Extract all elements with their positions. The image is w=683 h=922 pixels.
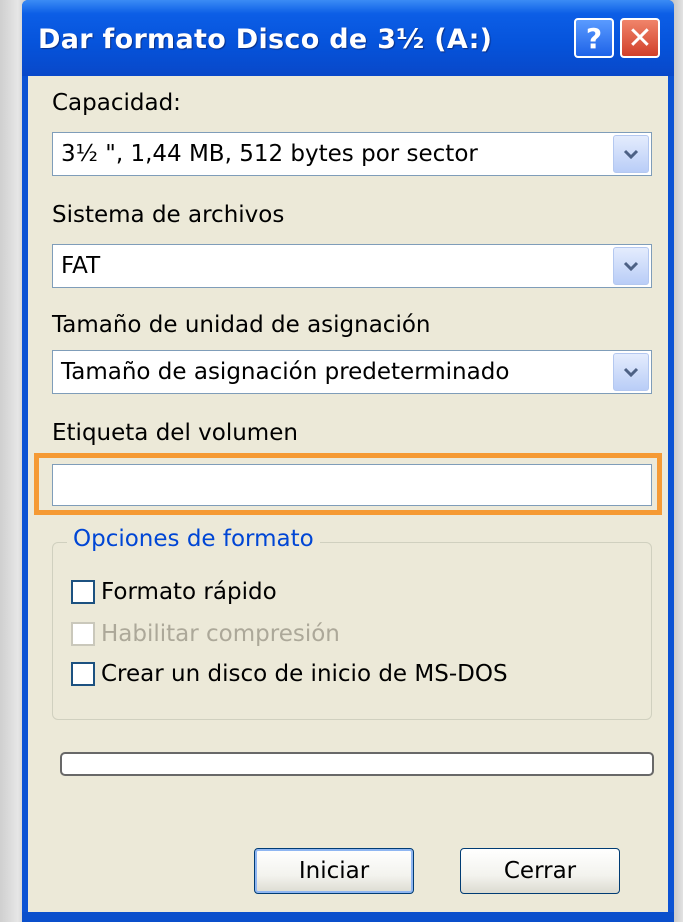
window-bottom-border xyxy=(22,912,674,922)
capacity-label: Capacidad: xyxy=(52,90,181,116)
quick-format-checkbox[interactable] xyxy=(71,580,95,604)
chevron-down-icon xyxy=(623,367,639,377)
close-window-button[interactable]: ✕ xyxy=(620,18,660,58)
chevron-down-icon xyxy=(623,261,639,271)
volume-label-input[interactable] xyxy=(52,464,652,506)
filesystem-select[interactable]: FAT xyxy=(52,244,652,288)
allocation-select[interactable]: Tamaño de asignación predeterminado xyxy=(52,350,652,394)
allocation-value: Tamaño de asignación predeterminado xyxy=(61,359,510,385)
compression-checkbox xyxy=(71,622,95,646)
capacity-value: 3½ ", 1,44 MB, 512 bytes por sector xyxy=(61,141,478,167)
dialog-title: Dar formato Disco de 3½ (A:) xyxy=(38,24,493,55)
msdos-boot-checkbox[interactable] xyxy=(71,662,95,686)
allocation-dropdown-button[interactable] xyxy=(613,353,649,391)
help-button[interactable]: ? xyxy=(574,18,614,58)
allocation-label: Tamaño de unidad de asignación xyxy=(52,312,431,338)
volume-label-label: Etiqueta del volumen xyxy=(52,420,298,446)
dialog-body: Capacidad: 3½ ", 1,44 MB, 512 bytes por … xyxy=(28,76,668,922)
filesystem-value: FAT xyxy=(61,253,101,279)
capacity-dropdown-button[interactable] xyxy=(613,135,649,173)
start-button[interactable]: Iniciar xyxy=(254,848,414,894)
format-options-group: Opciones de formato Formato rápido Habil… xyxy=(52,526,652,720)
format-progress-bar xyxy=(60,752,654,776)
format-dialog: Dar formato Disco de 3½ (A:) ? ✕ Capacid… xyxy=(22,0,674,922)
close-icon: ✕ xyxy=(627,20,653,56)
title-bar[interactable]: Dar formato Disco de 3½ (A:) ? ✕ xyxy=(22,0,674,76)
capacity-select[interactable]: 3½ ", 1,44 MB, 512 bytes por sector xyxy=(52,132,652,176)
msdos-boot-option[interactable]: Crear un disco de inicio de MS-DOS xyxy=(71,659,508,689)
filesystem-dropdown-button[interactable] xyxy=(613,247,649,285)
close-button[interactable]: Cerrar xyxy=(460,848,620,894)
quick-format-label: Formato rápido xyxy=(101,579,277,605)
format-options-title: Opciones de formato xyxy=(67,526,320,552)
help-icon: ? xyxy=(585,21,603,55)
filesystem-label: Sistema de archivos xyxy=(52,202,285,228)
quick-format-option[interactable]: Formato rápido xyxy=(71,577,277,607)
chevron-down-icon xyxy=(623,149,639,159)
msdos-boot-label: Crear un disco de inicio de MS-DOS xyxy=(101,661,508,687)
compression-option: Habilitar compresión xyxy=(71,619,340,649)
compression-label: Habilitar compresión xyxy=(101,621,340,647)
